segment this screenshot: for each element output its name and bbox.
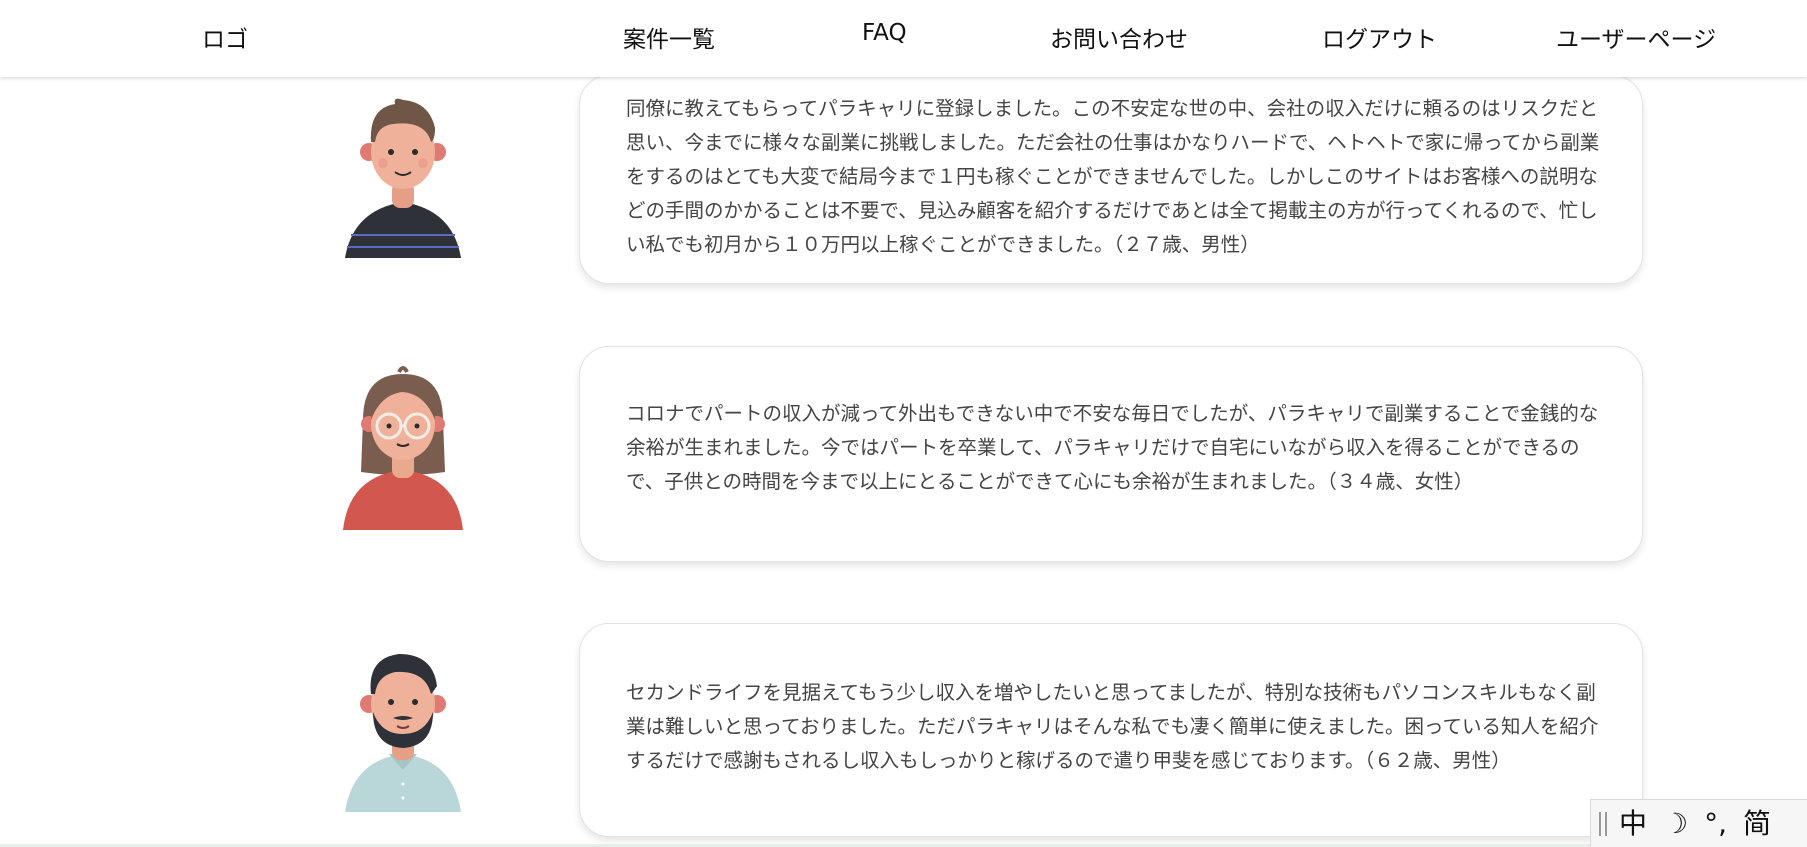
ime-toolbar: 中 ☽ °, 简 [1590,799,1807,847]
avatar-man-beard [345,654,461,812]
avatar-woman-glasses [343,366,463,530]
ime-mode-button[interactable]: 中 [1619,800,1647,847]
simplified-toggle[interactable]: 简 [1743,800,1771,847]
nav-link-logout[interactable]: ログアウト [1322,20,1437,54]
nav-link-faq[interactable]: FAQ [862,20,907,46]
testimonial-card-1: 同僚に教えてもらってパラキャリに登録しました。この不安定な世の中、会社の収入だけ… [579,75,1643,284]
avatar-man-young [345,98,461,258]
testimonial-card-2: コロナでパートの収入が減って外出もできない中で不安な毎日でしたが、パラキャリで副… [579,346,1643,562]
testimonial-text-2: コロナでパートの収入が減って外出もできない中で不安な毎日でしたが、パラキャリで副… [626,402,1599,493]
punctuation-toggle[interactable]: °, [1704,800,1727,847]
drag-handle-icon[interactable] [1599,811,1607,836]
testimonial-text-3: セカンドライフを見据えてもう少し収入を増やしたいと思ってましたが、特別な技術もパ… [626,681,1599,772]
logo-link[interactable]: ロゴ [202,20,248,54]
page: ロゴ 案件一覧 FAQ お問い合わせ ログアウト ユーザーページ 同僚に教えても… [0,0,1807,847]
nav-link-cases[interactable]: 案件一覧 [623,20,715,54]
moon-icon[interactable]: ☽ [1663,800,1688,847]
site-header: ロゴ 案件一覧 FAQ お問い合わせ ログアウト ユーザーページ [0,0,1807,77]
nav-link-contact[interactable]: お問い合わせ [1050,20,1188,54]
testimonial-card-3: セカンドライフを見据えてもう少し収入を増やしたいと思ってましたが、特別な技術もパ… [579,623,1643,837]
nav-link-user-page[interactable]: ユーザーページ [1556,20,1716,54]
testimonial-text-1: 同僚に教えてもらってパラキャリに登録しました。この不安定な世の中、会社の収入だけ… [626,97,1600,256]
